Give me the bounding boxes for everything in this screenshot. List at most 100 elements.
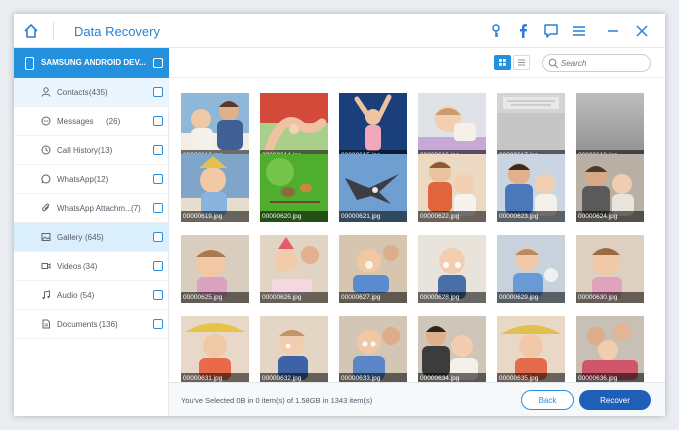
sidebar-item-label: WhatsApp <box>57 175 94 184</box>
sidebar-item-label: Gallery <box>57 233 83 242</box>
title-bar: Data Recovery <box>14 14 665 48</box>
photo-thumbnail[interactable]: 00000623.jpg <box>497 154 565 222</box>
grid-view-button[interactable] <box>494 55 511 70</box>
sidebar-item-checkbox[interactable] <box>153 203 163 213</box>
photo-filename: 00000619.jpg <box>181 211 249 222</box>
sidebar-item-count: (7) <box>131 204 141 213</box>
photo-thumbnail[interactable]: 00000624.jpg <box>576 154 644 222</box>
search-input[interactable] <box>561 58 646 69</box>
sidebar-item-contacts[interactable]: Contacts (435) <box>14 78 169 107</box>
photo-thumbnail[interactable]: 00000632.jpg <box>260 316 328 383</box>
photo-thumbnail[interactable]: 00000616.jpg <box>418 93 486 161</box>
photo-thumbnail[interactable]: 00000626.jpg <box>260 235 328 303</box>
person-icon <box>41 87 51 97</box>
sidebar-item-whatsapp[interactable]: WhatsApp (12) <box>14 165 169 194</box>
sidebar-item-call-history[interactable]: Call History (13) <box>14 136 169 165</box>
photo-filename: 00000626.jpg <box>260 292 328 303</box>
recover-button[interactable]: Recover <box>579 390 651 410</box>
search-box[interactable] <box>542 54 651 72</box>
photo-filename: 00000621.jpg <box>339 211 407 222</box>
sidebar-item-checkbox[interactable] <box>153 290 163 300</box>
sidebar-item-messages[interactable]: Messages (26) <box>14 107 169 136</box>
photo-thumbnail[interactable]: 00000635.jpg <box>497 316 565 383</box>
photo-filename: 00000624.jpg <box>576 211 644 222</box>
sidebar-item-audio[interactable]: Audio (54) <box>14 281 169 310</box>
device-checkbox[interactable] <box>153 58 163 68</box>
photo-thumbnail[interactable]: 00000636.jpg <box>576 316 644 383</box>
photo-filename: 00000630.jpg <box>576 292 644 303</box>
photo-thumbnail[interactable]: 00000621.jpg <box>339 154 407 222</box>
video-icon <box>41 263 51 269</box>
selection-status: You've Selected 0B in 0 item(s) of 1.58G… <box>181 396 373 405</box>
feedback-icon[interactable] <box>543 23 559 39</box>
app-window: Data Recovery SAMSUNG ANDROID DEV... Con… <box>14 14 665 416</box>
sidebar-item-count: (54) <box>80 291 95 300</box>
sidebar-item-count: (34) <box>83 262 98 271</box>
sidebar-item-count: (645) <box>85 233 104 242</box>
facebook-icon[interactable] <box>515 23 531 39</box>
list-view-button[interactable] <box>513 55 530 70</box>
key-icon[interactable] <box>488 23 504 39</box>
sidebar-item-count: (136) <box>99 320 118 329</box>
sidebar-item-checkbox[interactable] <box>153 87 163 97</box>
message-icon <box>41 116 51 126</box>
sidebar-item-label: Call History <box>57 146 98 155</box>
sidebar-item-label: Contacts <box>57 88 89 97</box>
photo-thumbnail[interactable]: 00000620.jpg <box>260 154 328 222</box>
photo-filename: 00000628.jpg <box>418 292 486 303</box>
photo-thumbnail[interactable]: 00000615.jpg <box>339 93 407 161</box>
device-name: SAMSUNG ANDROID DEV... <box>41 58 146 67</box>
sidebar-item-checkbox[interactable] <box>153 145 163 155</box>
photo-thumbnail[interactable]: 00000613.jpg <box>181 93 249 161</box>
sidebar-item-label: Videos <box>57 262 82 271</box>
footer-bar: You've Selected 0B in 0 item(s) of 1.58G… <box>169 382 665 416</box>
paperclip-icon <box>42 203 50 212</box>
sidebar-item-checkbox[interactable] <box>153 174 163 184</box>
list-icon <box>518 59 525 66</box>
device-header[interactable]: SAMSUNG ANDROID DEV... <box>14 48 169 78</box>
photo-thumbnail[interactable]: 00000627.jpg <box>339 235 407 303</box>
photo-thumbnail[interactable]: 00000629.jpg <box>497 235 565 303</box>
image-icon <box>41 233 51 241</box>
sidebar-item-label: Messages <box>57 117 94 126</box>
sidebar-item-gallery[interactable]: Gallery (645) <box>14 223 169 252</box>
sidebar-item-documents[interactable]: Documents (136) <box>14 310 169 339</box>
home-icon[interactable] <box>22 22 40 40</box>
minimize-icon[interactable] <box>605 23 621 39</box>
close-icon[interactable] <box>634 23 650 39</box>
photo-thumbnail[interactable]: 00000633.jpg <box>339 316 407 383</box>
photo-thumbnail[interactable]: 00000634.jpg <box>418 316 486 383</box>
sidebar-item-label: Audio <box>57 291 78 300</box>
sidebar-item-checkbox[interactable] <box>153 261 163 271</box>
photo-thumbnail[interactable]: 00000631.jpg <box>181 316 249 383</box>
sidebar-item-checkbox[interactable] <box>153 232 163 242</box>
sidebar-item-label: WhatsApp Attachm... <box>57 204 132 213</box>
photo-grid: 00000613.jpg 00000614.jpg 00000615.jpg <box>181 93 647 383</box>
photo-filename: 00000622.jpg <box>418 211 486 222</box>
photo-thumbnail[interactable]: 00000617.jpg <box>497 93 565 161</box>
sidebar-item-checkbox[interactable] <box>153 116 163 126</box>
sidebar-item-videos[interactable]: Videos (34) <box>14 252 169 281</box>
whatsapp-icon <box>41 174 51 184</box>
sidebar-item-count: (12) <box>94 175 109 184</box>
search-icon <box>548 58 559 69</box>
gallery-toolbar <box>169 48 665 78</box>
photo-filename: 00000627.jpg <box>339 292 407 303</box>
photo-thumbnail[interactable]: 00000630.jpg <box>576 235 644 303</box>
document-icon <box>42 319 50 329</box>
photo-thumbnail[interactable]: 00000628.jpg <box>418 235 486 303</box>
main-panel: 00000613.jpg 00000614.jpg 00000615.jpg <box>169 48 665 383</box>
photo-thumbnail[interactable]: 00000618.jpg <box>576 93 644 161</box>
photo-thumbnail[interactable]: 00000622.jpg <box>418 154 486 222</box>
music-icon <box>42 290 50 300</box>
photo-thumbnail[interactable]: 00000614.jpg <box>260 93 328 161</box>
sidebar: SAMSUNG ANDROID DEV... Contacts (435) Me… <box>14 48 169 416</box>
photo-thumbnail[interactable]: 00000619.jpg <box>181 154 249 222</box>
sidebar-item-checkbox[interactable] <box>153 319 163 329</box>
menu-icon[interactable] <box>571 23 587 39</box>
photo-thumbnail[interactable]: 00000625.jpg <box>181 235 249 303</box>
back-button[interactable]: Back <box>521 390 574 410</box>
photo-filename: 00000620.jpg <box>260 211 328 222</box>
sidebar-item-whatsapp-attachments[interactable]: WhatsApp Attachm... (7) <box>14 194 169 223</box>
sidebar-item-label: Documents <box>57 320 98 329</box>
